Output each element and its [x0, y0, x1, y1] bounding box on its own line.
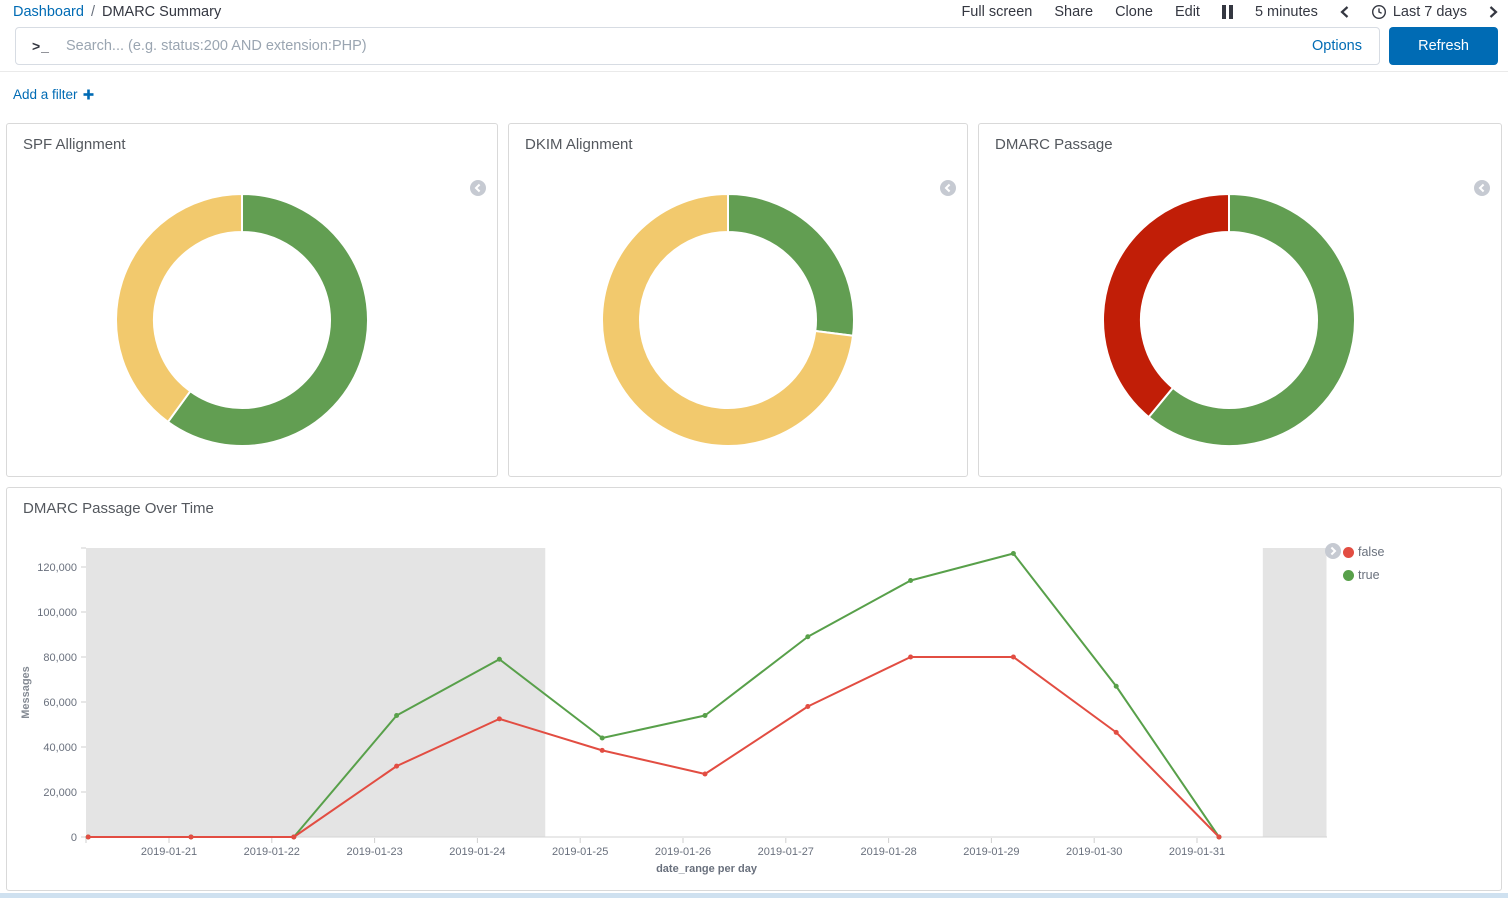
legend-label: false — [1358, 545, 1384, 559]
top-bar: Dashboard / DMARC Summary Full screen Sh… — [0, 0, 1508, 24]
legend-toggle-icon[interactable] — [1325, 543, 1341, 559]
panel-title: DKIM Alignment — [525, 136, 633, 153]
svg-text:2019-01-24: 2019-01-24 — [449, 846, 505, 858]
breadcrumb: Dashboard / DMARC Summary — [13, 0, 221, 24]
add-filter-label: Add a filter — [13, 87, 78, 102]
refresh-button[interactable]: Refresh — [1389, 27, 1498, 65]
svg-text:2019-01-25: 2019-01-25 — [552, 846, 608, 858]
svg-text:2019-01-26: 2019-01-26 — [655, 846, 711, 858]
clone-button[interactable]: Clone — [1115, 4, 1153, 20]
svg-text:date_range per day: date_range per day — [656, 863, 758, 875]
svg-text:2019-01-22: 2019-01-22 — [244, 846, 300, 858]
breadcrumb-separator: / — [91, 4, 95, 20]
add-filter-link[interactable]: Add a filter — [13, 87, 94, 102]
breadcrumb-dashboard-link[interactable]: Dashboard — [13, 4, 84, 20]
share-button[interactable]: Share — [1054, 4, 1093, 20]
panel-dkim-alignment: DKIM Alignment — [508, 123, 968, 477]
bottom-edge-strip — [0, 893, 1508, 898]
panel-title: DMARC Passage — [995, 136, 1113, 153]
legend-item-true[interactable]: true — [1343, 568, 1384, 582]
svg-text:0: 0 — [71, 832, 77, 844]
refresh-interval-button[interactable]: 5 minutes — [1255, 4, 1318, 20]
full-screen-button[interactable]: Full screen — [961, 4, 1032, 20]
terminal-prompt-icon: >_ — [16, 38, 64, 54]
legend-label: true — [1358, 568, 1380, 582]
chevron-left-icon — [1340, 5, 1349, 19]
legend-false-dot-icon — [1343, 547, 1354, 558]
clock-icon — [1371, 4, 1387, 20]
edit-button[interactable]: Edit — [1175, 4, 1200, 20]
plus-icon — [83, 89, 94, 100]
svg-text:2019-01-29: 2019-01-29 — [963, 846, 1019, 858]
svg-text:20,000: 20,000 — [43, 787, 77, 799]
svg-text:80,000: 80,000 — [43, 652, 77, 664]
spf-alignment-donut-chart[interactable] — [107, 185, 377, 455]
legend-toggle-icon[interactable] — [1474, 180, 1490, 196]
time-range-picker[interactable]: Last 7 days — [1371, 4, 1467, 20]
line-chart-legend: false true — [1343, 545, 1384, 582]
legend-item-false[interactable]: false — [1343, 545, 1384, 559]
dmarc-passage-over-time-line-chart[interactable]: 0 20,000 40,000 60,000 80,000 100,000 120,000 2… — [7, 488, 1503, 892]
circled-chevron-left-icon — [940, 180, 956, 196]
svg-text:2019-01-30: 2019-01-30 — [1066, 846, 1122, 858]
options-link[interactable]: Options — [1312, 38, 1379, 54]
svg-text:2019-01-28: 2019-01-28 — [860, 846, 916, 858]
svg-text:60,000: 60,000 — [43, 697, 77, 709]
svg-text:2019-01-31: 2019-01-31 — [1169, 846, 1225, 858]
svg-text:40,000: 40,000 — [43, 742, 77, 754]
svg-text:100,000: 100,000 — [37, 607, 77, 619]
legend-toggle-icon[interactable] — [940, 180, 956, 196]
svg-text:2019-01-27: 2019-01-27 — [758, 846, 814, 858]
page-title: DMARC Summary — [102, 4, 221, 20]
time-range-label: Last 7 days — [1393, 4, 1467, 20]
filter-bar: Add a filter — [0, 71, 1508, 104]
pause-icon — [1222, 5, 1233, 19]
svg-text:2019-01-23: 2019-01-23 — [346, 846, 402, 858]
dmarc-passage-donut-chart[interactable] — [1094, 185, 1364, 455]
svg-text:120,000: 120,000 — [37, 562, 77, 574]
time-forward-button[interactable] — [1489, 5, 1498, 19]
circled-chevron-left-icon — [470, 180, 486, 196]
time-back-button[interactable] — [1340, 5, 1349, 19]
pause-refresh-button[interactable] — [1222, 5, 1233, 19]
svg-text:2019-01-21: 2019-01-21 — [141, 846, 197, 858]
panel-dmarc-passage: DMARC Passage — [978, 123, 1502, 477]
top-nav-menu: Full screen Share Clone Edit 5 minutes L… — [961, 0, 1498, 24]
dkim-alignment-donut-chart[interactable] — [593, 185, 863, 455]
panel-spf-alignment: SPF Allignment — [6, 123, 498, 477]
legend-true-dot-icon — [1343, 570, 1354, 581]
panel-dmarc-passage-over-time: DMARC Passage Over Time 020,00040,00060,… — [6, 487, 1502, 891]
legend-toggle-icon[interactable] — [470, 180, 486, 196]
chevron-right-icon — [1489, 5, 1498, 19]
search-input[interactable] — [64, 37, 1312, 55]
circled-chevron-right-icon — [1325, 543, 1341, 559]
svg-text:Messages: Messages — [20, 666, 32, 719]
panel-title: SPF Allignment — [23, 136, 126, 153]
circled-chevron-left-icon — [1474, 180, 1490, 196]
search-bar: >_ Options — [15, 27, 1380, 65]
